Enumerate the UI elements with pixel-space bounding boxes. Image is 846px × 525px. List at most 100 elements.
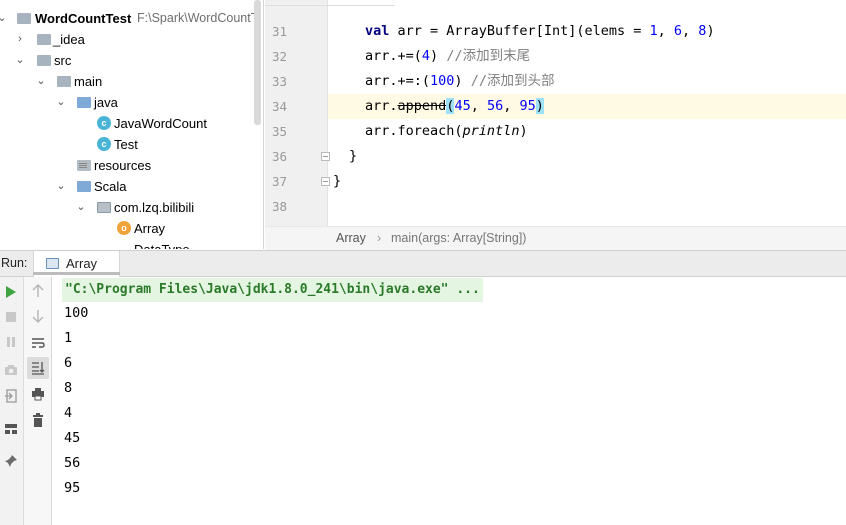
matched-paren: ) [535, 98, 544, 114]
folder-icon [57, 76, 71, 87]
code-function: println [462, 123, 520, 139]
chevron-down-icon[interactable]: ⌄ [14, 50, 26, 71]
class-icon: c [97, 116, 111, 130]
breadcrumb: Array › main(args: Array[String]) [265, 226, 846, 250]
console-line: 45 [64, 430, 81, 446]
code-line: } [328, 144, 846, 169]
tree-item-label: _idea [53, 32, 85, 47]
code-editor[interactable]: 31 32 33 34 35 36 37 38 val arr = ArrayB… [265, 0, 846, 226]
line-number: 36 [271, 149, 287, 164]
project-tree: ⌄ WordCountTest F:\Spark\WordCountT › _i… [0, 0, 264, 249]
code-line: arr.+=:(100) //添加到头部 [328, 69, 846, 94]
code-comment: //添加到末尾 [446, 48, 531, 64]
active-tab-indicator [33, 272, 120, 275]
tree-item-label: DataType [134, 239, 190, 249]
soft-wrap-icon[interactable] [29, 334, 47, 352]
console-line: 95 [64, 480, 81, 496]
line-number: 37 [271, 174, 287, 189]
code-text: ) [519, 123, 528, 139]
line-number: 38 [271, 199, 287, 214]
pause-icon[interactable] [2, 333, 20, 351]
source-folder-icon [77, 97, 91, 108]
tree-item-scala[interactable]: ⌄ Scala [0, 176, 263, 197]
code-text: } [333, 173, 342, 189]
breadcrumb-method[interactable]: main(args: Array[String]) [391, 227, 526, 250]
trash-icon[interactable] [29, 411, 47, 429]
tree-item-datatype[interactable]: DataType [0, 239, 263, 249]
arrow-down-icon[interactable] [29, 307, 47, 325]
tree-item-label: src [54, 53, 72, 68]
console-command: "C:\Program Files\Java\jdk1.8.0_241\bin\… [62, 278, 483, 302]
tree-item-src[interactable]: ⌄ src [0, 50, 263, 71]
console-line: 4 [64, 405, 73, 421]
tree-item-test[interactable]: c Test [0, 134, 263, 155]
arrow-up-icon[interactable] [29, 282, 47, 300]
code-number: 95 [519, 98, 536, 114]
code-text: , [503, 98, 520, 114]
code-text: , [470, 98, 487, 114]
chevron-down-icon[interactable]: ⌄ [75, 197, 87, 218]
line-number: 34 [271, 99, 287, 114]
tree-item-resources[interactable]: resources [0, 155, 263, 176]
camera-icon[interactable] [2, 361, 20, 379]
tree-item-label: Test [114, 137, 138, 152]
console-toolbar [24, 277, 52, 525]
tree-item-idea[interactable]: › _idea [0, 29, 263, 50]
chevron-right-icon[interactable]: › [14, 29, 26, 50]
tree-item-label: com.lzq.bilibili [114, 200, 195, 215]
tree-item-array[interactable]: o Array [0, 218, 263, 239]
layout-icon[interactable] [2, 420, 20, 438]
pin-icon[interactable] [2, 452, 20, 470]
code-number: 100 [430, 73, 455, 89]
editor-tab-remnant [265, 0, 395, 6]
run-panel-header: Run: Array [0, 250, 846, 277]
tree-item-java[interactable]: ⌄ java [0, 92, 263, 113]
code-text: ) [454, 73, 471, 89]
code-line: val arr = ArrayBuffer[Int](elems = 1, 6,… [328, 19, 846, 44]
console-line: 56 [64, 455, 81, 471]
print-icon[interactable] [29, 385, 47, 403]
tree-item-label: main [74, 74, 103, 89]
package-icon [97, 202, 111, 213]
code-comment: //添加到头部 [470, 73, 555, 89]
source-folder-icon [77, 181, 91, 192]
code-text: arr.+=:( [365, 73, 431, 89]
class-icon: c [97, 137, 111, 151]
tree-item-label: java [94, 95, 118, 110]
code-line: arr.foreach(println) [328, 119, 846, 144]
code-text: ) [430, 48, 447, 64]
tree-root[interactable]: ⌄ WordCountTest F:\Spark\WordCountT [0, 8, 263, 29]
breadcrumb-object[interactable]: Array [336, 227, 366, 250]
chevron-down-icon[interactable]: ⌄ [35, 71, 47, 92]
code-text: arr.+=( [365, 48, 422, 64]
code-text: arr.foreach( [365, 123, 463, 139]
rerun-icon[interactable] [2, 283, 20, 301]
chevron-down-icon[interactable]: ⌄ [55, 176, 67, 197]
folder-icon [37, 55, 51, 66]
tree-item-label: JavaWordCount [114, 116, 207, 131]
code-number: 6 [673, 23, 683, 39]
code-number: 45 [454, 98, 471, 114]
object-icon: o [117, 221, 131, 235]
tree-item-main[interactable]: ⌄ main [0, 71, 263, 92]
tree-item-javawordcount[interactable]: c JavaWordCount [0, 113, 263, 134]
code-text: arr. [365, 98, 398, 114]
code-number: 1 [649, 23, 658, 39]
code-line: arr.+=(4) //添加到末尾 [328, 44, 846, 69]
console-line: 8 [64, 380, 73, 396]
line-number: 33 [271, 74, 287, 89]
tree-scrollbar[interactable] [254, 0, 261, 125]
console-output[interactable]: "C:\Program Files\Java\jdk1.8.0_241\bin\… [52, 277, 846, 525]
chevron-down-icon[interactable]: ⌄ [0, 8, 8, 29]
scroll-to-end-icon[interactable] [27, 357, 49, 379]
exit-icon[interactable] [2, 387, 20, 405]
project-name: WordCountTest [35, 11, 132, 26]
console-icon [46, 258, 59, 269]
code-number: 56 [486, 98, 504, 114]
stop-icon[interactable] [2, 308, 20, 326]
chevron-down-icon[interactable]: ⌄ [55, 92, 67, 113]
current-code-line: arr.append(45, 56, 95) [328, 94, 846, 119]
tree-item-label: resources [94, 158, 152, 173]
tree-item-label: Scala [94, 179, 127, 194]
tree-item-package[interactable]: ⌄ com.lzq.bilibili [0, 197, 263, 218]
